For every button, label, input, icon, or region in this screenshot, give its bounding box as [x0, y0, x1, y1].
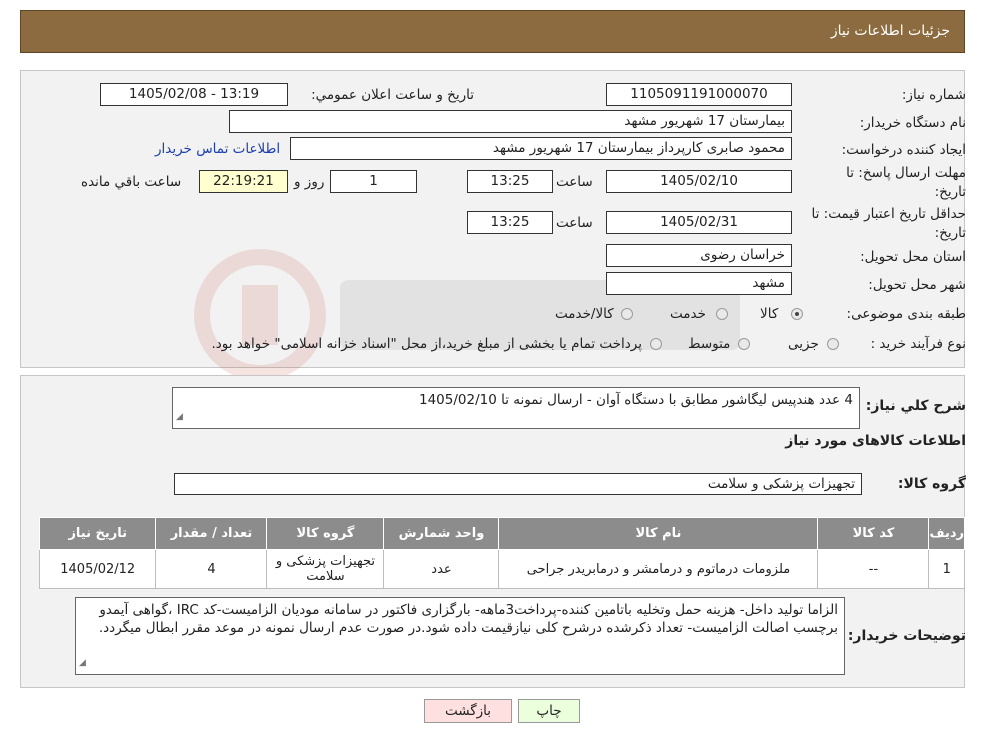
buyer-notes-label: توضیحات خریدار: — [847, 628, 966, 644]
process-radio-minor[interactable] — [827, 338, 839, 350]
resize-grip-icon[interactable]: ◢ — [79, 654, 86, 672]
col-unit: واحد شمارش — [383, 517, 500, 550]
creator-label: ایجاد کننده درخواست: — [841, 142, 966, 158]
print-button[interactable]: چاپ — [518, 699, 580, 723]
creator-field: محمود صابری کارپرداز بیمارستان 17 شهریور… — [290, 137, 792, 160]
process-radio-treasury[interactable] — [650, 338, 662, 350]
category-label: طبقه بندی موضوعی: — [846, 306, 966, 322]
table-header-row: ردیف کد کالا نام کالا واحد شمارش گروه کا… — [38, 517, 965, 550]
process-option-minor: جزیی — [788, 336, 819, 352]
validity-time-field: 13:25 — [467, 211, 553, 234]
cell-row-number: 1 — [928, 549, 965, 589]
cell-unit: عدد — [383, 549, 500, 589]
goods-info-title: اطلاعات کالاهای مورد نیاز — [785, 433, 966, 449]
page-title: جزئیات اطلاعات نیاز — [830, 23, 950, 39]
validity-label-line2: تاریخ: — [934, 225, 966, 241]
buyer-org-field: بیمارستان 17 شهریور مشهد — [229, 110, 792, 133]
category-radio-service[interactable] — [716, 308, 728, 320]
announce-datetime-field: 1405/02/08 - 13:19 — [100, 83, 288, 106]
announce-label: تاريخ و ساعت اعلان عمومي: — [311, 87, 474, 103]
cell-goods-code: -- — [817, 549, 930, 589]
goods-group-field: تجهیزات پزشکی و سلامت — [174, 473, 862, 495]
cell-goods-group: تجهیزات پزشکی و سلامت — [266, 549, 385, 589]
validity-date-field: 1405/02/31 — [606, 211, 792, 234]
category-radio-goods-service[interactable] — [621, 308, 633, 320]
validity-label-line1: حداقل تاریخ اعتبار قیمت: تا — [811, 206, 966, 222]
category-option-goods-service: کالا/خدمت — [555, 306, 614, 322]
days-label: روز و — [294, 174, 325, 190]
back-button[interactable]: بازگشت — [424, 699, 512, 723]
buyer-notes-textarea[interactable]: الزاما تولید داخل- هزینه حمل وتخلیه باتا… — [75, 597, 845, 675]
col-goods-group: گروه کالا — [266, 517, 385, 550]
province-label: استان محل تحویل: — [860, 249, 966, 265]
remaining-time-field: 22:19:21 — [199, 170, 288, 193]
city-label: شهر محل تحویل: — [868, 277, 966, 293]
col-goods-name: نام کالا — [498, 517, 819, 550]
cell-quantity: 4 — [155, 549, 268, 589]
deadline-label-line2: تاریخ: — [934, 184, 966, 200]
table-row: 1 -- ملزومات درماتوم و درمامشر و درمابری… — [38, 549, 965, 589]
remaining-label: ساعت باقي مانده — [81, 174, 182, 190]
summary-label: شرح کلي نياز: — [865, 398, 966, 414]
deadline-time-field: 13:25 — [467, 170, 553, 193]
buyer-contact-link[interactable]: اطلاعات تماس خریدار — [155, 141, 280, 157]
process-label: نوع فرآیند خرید : — [870, 336, 966, 352]
process-option-medium: متوسط — [688, 336, 731, 352]
city-field: مشهد — [606, 272, 792, 295]
goods-table: ردیف کد کالا نام کالا واحد شمارش گروه کا… — [38, 517, 965, 589]
col-goods-code: کد کالا — [817, 517, 930, 550]
category-option-service: خدمت — [670, 306, 706, 322]
buyer-org-label: نام دستگاه خریدار: — [859, 115, 966, 131]
summary-textarea[interactable]: 4 عدد هندپیس لیگاشور مطابق با دستگاه آوا… — [172, 387, 860, 429]
cell-need-date: 1405/02/12 — [38, 549, 157, 589]
buyer-notes-text: الزاما تولید داخل- هزینه حمل وتخلیه باتا… — [98, 602, 838, 636]
category-option-goods: کالا — [760, 306, 779, 322]
province-field: خراسان رضوی — [606, 244, 792, 267]
days-remaining-field: 1 — [330, 170, 417, 193]
validity-time-label: ساعت — [556, 215, 593, 231]
process-note: پرداخت تمام یا بخشی از مبلغ خرید،از محل … — [211, 336, 642, 352]
category-radio-goods[interactable] — [791, 308, 803, 320]
col-row-number: ردیف — [928, 517, 965, 550]
deadline-label-line1: مهلت ارسال پاسخ: تا — [846, 165, 966, 181]
resize-grip-icon[interactable]: ◢ — [176, 408, 183, 426]
deadline-time-label: ساعت — [556, 174, 593, 190]
goods-group-label: گروه کالا: — [897, 476, 966, 492]
summary-text: 4 عدد هندپیس لیگاشور مطابق با دستگاه آوا… — [419, 392, 853, 408]
need-number-field: 1105091191000070 — [606, 83, 792, 106]
process-radio-medium[interactable] — [738, 338, 750, 350]
col-need-date: تاریخ نیاز — [38, 517, 157, 550]
page-header: جزئیات اطلاعات نیاز — [20, 10, 965, 53]
deadline-date-field: 1405/02/10 — [606, 170, 792, 193]
col-quantity: تعداد / مقدار — [155, 517, 268, 550]
cell-goods-name: ملزومات درماتوم و درمامشر و درمابریدر جر… — [498, 549, 819, 589]
need-number-label: شماره نیاز: — [901, 87, 966, 103]
